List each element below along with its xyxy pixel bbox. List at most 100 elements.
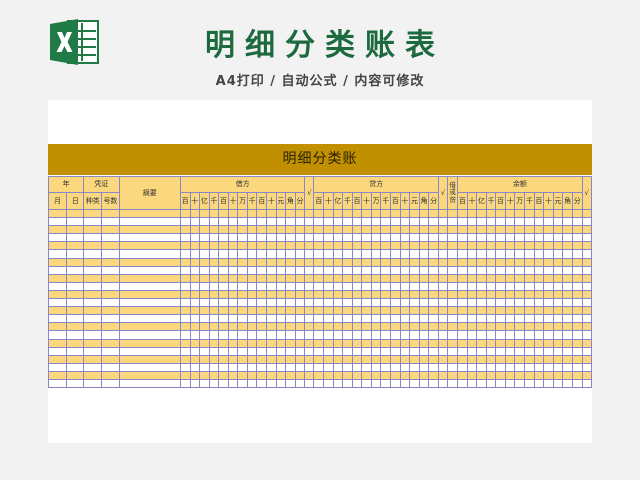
table-cell[interactable] [428,265,439,275]
table-cell[interactable] [266,354,277,364]
table-cell[interactable] [399,217,411,227]
table-cell[interactable] [66,208,85,219]
table-cell[interactable] [514,346,526,356]
table-cell[interactable] [361,298,372,308]
table-cell[interactable] [342,298,353,308]
table-cell[interactable] [275,338,287,348]
table-cell[interactable] [485,370,497,380]
table-cell[interactable] [218,281,229,291]
table-cell[interactable] [524,346,535,356]
table-cell[interactable] [552,265,564,275]
table-cell[interactable] [199,378,210,389]
table-cell[interactable] [370,225,382,235]
table-cell[interactable] [179,370,191,380]
table-cell[interactable] [390,362,401,372]
table-cell[interactable] [256,330,267,340]
table-cell[interactable] [237,338,248,348]
table-cell[interactable] [199,273,210,283]
table-cell[interactable] [543,257,554,267]
table-cell[interactable] [485,298,497,308]
table-cell[interactable] [543,249,554,259]
table-cell[interactable] [313,354,325,364]
table-cell[interactable] [342,314,353,324]
table-cell[interactable] [370,217,382,227]
table-cell[interactable] [485,265,497,275]
table-cell[interactable] [562,273,573,283]
table-cell[interactable] [47,378,68,389]
table-cell[interactable] [428,354,439,364]
table-cell[interactable] [47,354,68,364]
table-cell[interactable] [275,289,287,300]
table-cell[interactable] [256,281,267,291]
table-cell[interactable] [571,217,583,227]
table-cell[interactable] [514,362,526,372]
table-cell[interactable] [409,208,420,219]
table-cell[interactable] [533,265,545,275]
table-cell[interactable] [581,298,593,308]
table-cell[interactable] [342,322,353,332]
table-cell[interactable] [581,225,593,235]
table-cell[interactable] [504,322,516,332]
table-cell[interactable] [285,322,296,332]
table-cell[interactable] [437,233,449,243]
table-cell[interactable] [409,233,420,243]
table-cell[interactable] [47,314,68,324]
table-cell[interactable] [466,298,478,308]
table-cell[interactable] [437,273,449,283]
table-cell[interactable] [179,233,191,243]
table-cell[interactable] [370,330,382,340]
table-cell[interactable] [437,322,449,332]
table-cell[interactable] [552,298,564,308]
table-cell[interactable] [399,354,411,364]
table-cell[interactable] [275,298,287,308]
table-cell[interactable] [485,208,497,219]
table-cell[interactable] [476,378,487,389]
table-cell[interactable] [246,338,258,348]
table-cell[interactable] [533,273,545,283]
table-cell[interactable] [342,338,353,348]
table-cell[interactable] [409,378,420,389]
table-cell[interactable] [332,346,344,356]
table-cell[interactable] [409,298,420,308]
table-cell[interactable] [533,249,545,259]
table-cell[interactable] [524,257,535,267]
table-cell[interactable] [285,273,296,283]
table-cell[interactable] [285,241,296,251]
table-cell[interactable] [571,249,583,259]
table-cell[interactable] [361,265,372,275]
table-cell[interactable] [199,346,210,356]
table-cell[interactable] [227,265,239,275]
table-cell[interactable] [437,225,449,235]
table-cell[interactable] [361,378,372,389]
table-cell[interactable] [237,306,248,316]
table-cell[interactable] [275,233,287,243]
table-cell[interactable] [571,298,583,308]
table-cell[interactable] [66,306,85,316]
table-cell[interactable] [304,208,315,219]
table-cell[interactable] [495,217,506,227]
table-cell[interactable] [409,289,420,300]
table-cell[interactable] [370,362,382,372]
table-cell[interactable] [275,257,287,267]
table-cell[interactable] [390,306,401,316]
table-cell[interactable] [83,338,103,348]
table-cell[interactable] [466,354,478,364]
table-cell[interactable] [476,314,487,324]
table-cell[interactable] [342,265,353,275]
table-cell[interactable] [418,298,430,308]
table-cell[interactable] [447,208,459,219]
table-cell[interactable] [227,314,239,324]
table-cell[interactable] [256,346,267,356]
table-cell[interactable] [323,378,334,389]
table-cell[interactable] [476,330,487,340]
table-cell[interactable] [390,265,401,275]
table-cell[interactable] [399,289,411,300]
table-cell[interactable] [304,378,315,389]
table-cell[interactable] [428,208,439,219]
table-cell[interactable] [504,298,516,308]
table-cell[interactable] [101,330,120,340]
table-cell[interactable] [495,265,506,275]
table-cell[interactable] [514,273,526,283]
table-cell[interactable] [313,217,325,227]
table-cell[interactable] [118,362,181,372]
